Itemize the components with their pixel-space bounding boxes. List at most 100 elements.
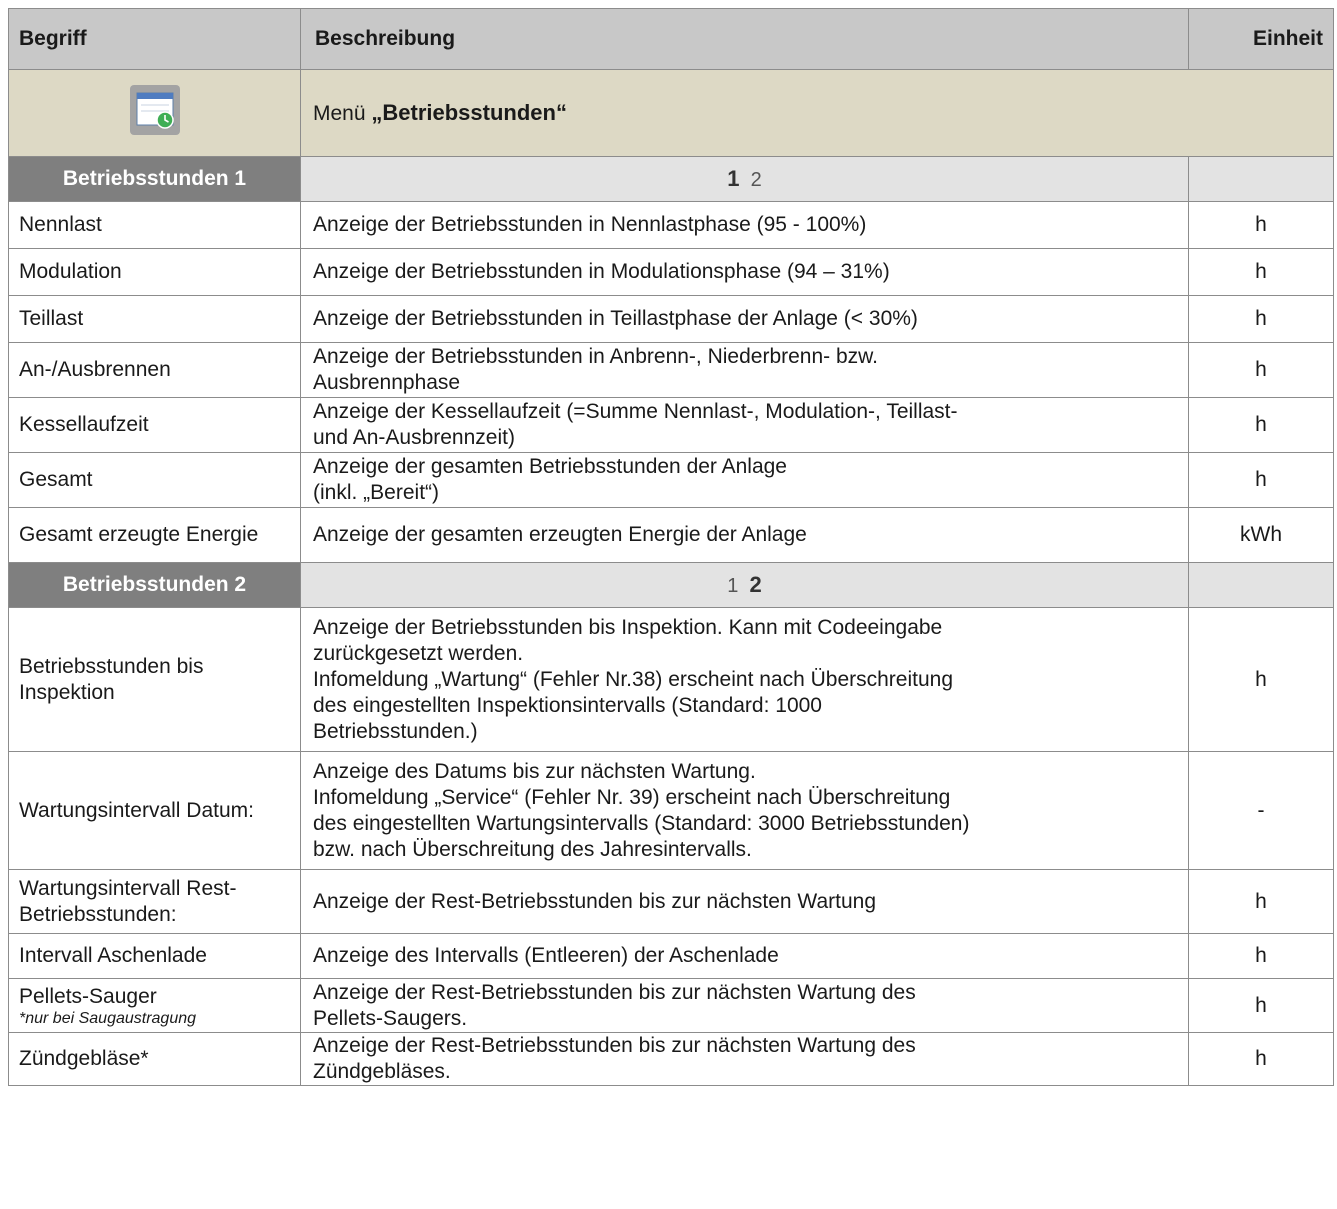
unit-cell: h — [1188, 342, 1334, 398]
column-header-description: Beschreibung — [300, 8, 1189, 70]
term-label: Zündgebläse* — [19, 1047, 149, 1070]
table-row: Wartungsintervall Rest-Betriebsstunden: A… — [8, 869, 1334, 934]
description-cell: Anzeige der Kessellaufzeit (=Summe Nennl… — [300, 397, 1189, 453]
description-cell: Anzeige der gesamten erzeugten Energie d… — [300, 507, 1189, 563]
term-label: Kessellaufzeit — [19, 413, 149, 436]
description-line: Anzeige des Datums bis zur nächsten Wart… — [313, 759, 756, 783]
term-label: Wartungsintervall Datum: — [19, 798, 254, 822]
table-header: Begriff Beschreibung Einheit — [8, 8, 1334, 70]
unit-cell: h — [1188, 295, 1334, 343]
unit-cell: h — [1188, 869, 1334, 934]
description-line: Anzeige der Betriebsstunden in Anbrenn-,… — [313, 345, 879, 368]
term-cell: Wartungsintervall Datum: — [8, 751, 301, 870]
operating-hours-table: Begriff Beschreibung Einheit Menü „Betri… — [8, 8, 1334, 1086]
unit-cell: h — [1188, 607, 1334, 752]
table-row: Zündgebläse* Anzeige der Rest-Betriebsstu… — [8, 1032, 1334, 1086]
description-line: Anzeige der gesamten erzeugten Energie d… — [313, 523, 807, 546]
term-label: Gesamt erzeugte Energie — [19, 523, 259, 546]
unit-cell: h — [1188, 933, 1334, 979]
term-cell: An-/Ausbrennen — [8, 342, 301, 398]
page-number-active: 2 — [749, 571, 762, 597]
term-cell: Teillast — [8, 295, 301, 343]
unit-cell: kWh — [1188, 507, 1334, 563]
column-header-unit: Einheit — [1188, 8, 1334, 70]
unit-cell: h — [1188, 397, 1334, 453]
table-row: Teillast Anzeige der Betriebsstunden in T… — [8, 295, 1334, 343]
description-cell: Anzeige der Betriebsstunden in Teillastp… — [300, 295, 1189, 343]
unit-cell: h — [1188, 201, 1334, 249]
description-line: Anzeige der Rest-Betriebsstunden bis zur… — [313, 980, 916, 1004]
calendar-clock-icon — [129, 84, 180, 135]
unit-cell: h — [1188, 248, 1334, 296]
description-line: Anzeige der Betriebsstunden in Teillastp… — [313, 307, 918, 330]
description-line: Anzeige der Kessellaufzeit (=Summe Nennl… — [313, 400, 958, 423]
term-cell: Zündgebläse* — [8, 1032, 301, 1086]
table-row: Modulation Anzeige der Betriebsstunden in… — [8, 248, 1334, 296]
term-label: Pellets-Sauger — [19, 984, 157, 1008]
section-header-row: Betriebsstunden 11 2 — [8, 156, 1334, 202]
description-line: Anzeige des Intervalls (Entleeren) der A… — [313, 944, 779, 967]
term-note: *nur bei Saugaustragung — [19, 1009, 197, 1027]
description-line: (inkl. „Bereit“) — [313, 481, 440, 504]
description-line: Anzeige der Betriebsstunden bis Inspekti… — [313, 615, 943, 639]
description-line: zurückgesetzt werden. — [313, 641, 524, 665]
description-cell: Anzeige des Datums bis zur nächsten Wart… — [300, 751, 1189, 870]
unit-cell: h — [1188, 978, 1334, 1033]
menu-name: „Betriebsstunden“ — [371, 99, 567, 125]
term-label: Gesamt — [19, 468, 93, 491]
description-cell: Anzeige der Rest-Betriebsstunden bis zur… — [300, 978, 1189, 1033]
description-line: Anzeige der Betriebsstunden in Nennlastp… — [313, 213, 867, 236]
description-cell: Anzeige des Intervalls (Entleeren) der A… — [300, 933, 1189, 979]
description-line: Pellets-Saugers. — [313, 1006, 468, 1030]
unit-cell: h — [1188, 452, 1334, 508]
table-row: Pellets-Sauger *nur bei Saugaustragung Anz… — [8, 978, 1334, 1033]
description-cell: Anzeige der Betriebsstunden bis Inspekti… — [300, 607, 1189, 752]
menu-title: Menü „Betriebsstunden“ — [300, 69, 1334, 157]
section-unit-empty — [1188, 156, 1334, 202]
table-row: Nennlast Anzeige der Betriebsstunden in N… — [8, 201, 1334, 249]
description-line: Anzeige der Rest-Betriebsstunden bis zur… — [313, 889, 877, 913]
term-cell: Gesamt erzeugte Energie — [8, 507, 301, 563]
page-indicator: 1 2 — [300, 562, 1189, 608]
term-cell: Gesamt — [8, 452, 301, 508]
section-header-row: Betriebsstunden 21 2 — [8, 562, 1334, 608]
page-number-active: 1 — [727, 165, 740, 191]
term-cell: Modulation — [8, 248, 301, 296]
term-label: Teillast — [19, 307, 84, 330]
description-cell: Anzeige der Rest-Betriebsstunden bis zur… — [300, 1032, 1189, 1086]
term-cell: Betriebsstunden bis Inspektion — [8, 607, 301, 752]
description-line: und An-Ausbrennzeit) — [313, 426, 515, 449]
table-row: Gesamt erzeugte Energie Anzeige der gesam… — [8, 507, 1334, 563]
description-cell: Anzeige der gesamten Betriebsstunden der… — [300, 452, 1189, 508]
page-number: 2 — [750, 168, 762, 191]
description-line: Ausbrennphase — [313, 371, 461, 394]
table-row: Kessellaufzeit Anzeige der Kessellaufzeit… — [8, 397, 1334, 453]
menu-prefix: Menü — [313, 101, 372, 125]
term-label: An-/Ausbrennen — [19, 358, 171, 381]
description-cell: Anzeige der Betriebsstunden in Nennlastp… — [300, 201, 1189, 249]
page-indicator: 1 2 — [300, 156, 1189, 202]
table-row: Wartungsintervall Datum: Anzeige des Datu… — [8, 751, 1334, 870]
menu-icon-cell — [8, 69, 301, 157]
description-line: Anzeige der Rest-Betriebsstunden bis zur… — [313, 1034, 916, 1057]
table-row: Intervall Aschenlade Anzeige des Interval… — [8, 933, 1334, 979]
term-cell: Nennlast — [8, 201, 301, 249]
term-label: Wartungsintervall Rest-Betriebsstunden: — [19, 876, 237, 926]
unit-cell: - — [1188, 751, 1334, 870]
description-line: Anzeige der Betriebsstunden in Modulatio… — [313, 260, 890, 283]
description-line: Betriebsstunden.) — [313, 719, 478, 743]
section-unit-empty — [1188, 562, 1334, 608]
table-row: Betriebsstunden bis Inspektion Anzeige de… — [8, 607, 1334, 752]
section-label: Betriebsstunden 2 — [8, 562, 301, 608]
section-label: Betriebsstunden 1 — [8, 156, 301, 202]
table-row: An-/Ausbrennen Anzeige der Betriebsstunde… — [8, 342, 1334, 398]
description-line: Infomeldung „Wartung“ (Fehler Nr.38) ers… — [313, 667, 954, 691]
description-line: Zündgebläses. — [313, 1060, 451, 1083]
term-cell: Pellets-Sauger *nur bei Saugaustragung — [8, 978, 301, 1033]
description-line: bzw. nach Überschreitung des Jahresinter… — [313, 837, 752, 861]
term-cell: Wartungsintervall Rest-Betriebsstunden: — [8, 869, 301, 934]
description-line: Anzeige der gesamten Betriebsstunden der… — [313, 455, 787, 478]
description-line: des eingestellten Wartungsintervalls (St… — [313, 811, 970, 835]
term-label: Modulation — [19, 260, 122, 283]
menu-row: Menü „Betriebsstunden“ — [8, 69, 1334, 157]
